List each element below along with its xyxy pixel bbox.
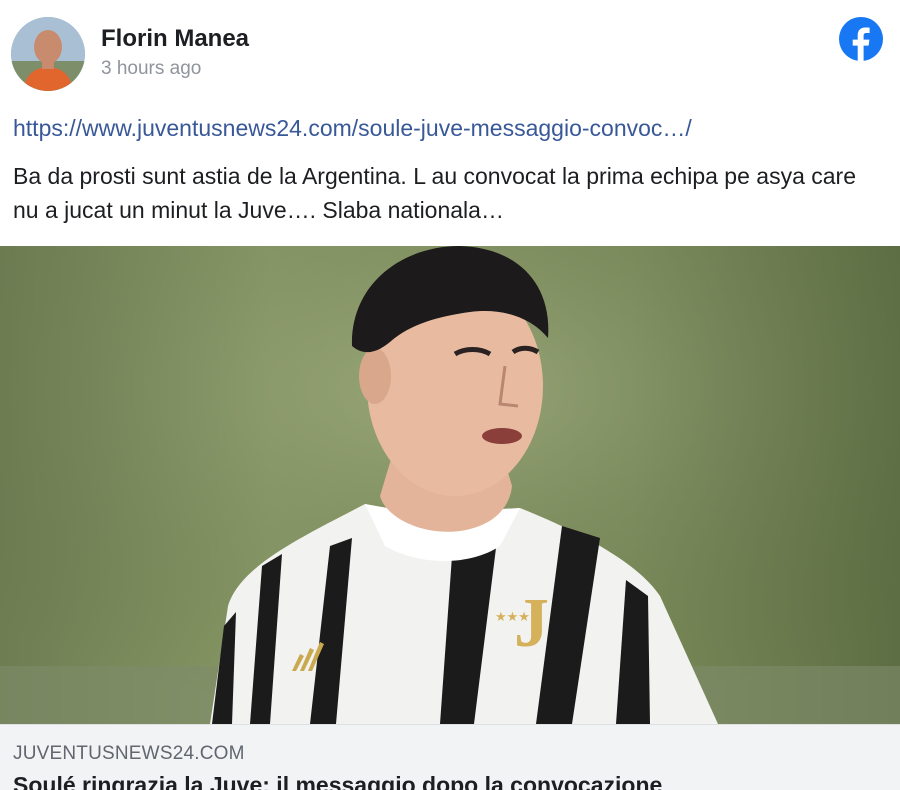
avatar-photo bbox=[11, 17, 85, 91]
facebook-post-embed: Florin Manea 3 hours ago https://www.juv… bbox=[0, 0, 900, 790]
post-timestamp[interactable]: 3 hours ago bbox=[101, 58, 201, 80]
author-avatar[interactable] bbox=[11, 17, 85, 91]
facebook-icon[interactable] bbox=[839, 17, 883, 61]
link-preview-domain: JUVENTUSNEWS24.COM bbox=[13, 743, 245, 764]
link-preview-title: Soulé ringrazia la Juve: il messaggio do… bbox=[13, 772, 663, 790]
svg-text:★★★: ★★★ bbox=[495, 610, 530, 625]
author-name[interactable]: Florin Manea bbox=[101, 25, 249, 53]
post-text: Ba da prosti sunt astia de la Argentina.… bbox=[13, 163, 856, 223]
post-link-url[interactable]: https://www.juventusnews24.com/soule-juv… bbox=[13, 115, 692, 142]
link-preview-image[interactable]: J ★★★ bbox=[0, 246, 900, 724]
link-preview-card[interactable]: JUVENTUSNEWS24.COM Soulé ringrazia la Ju… bbox=[0, 724, 900, 790]
post-header: Florin Manea 3 hours ago bbox=[0, 0, 900, 100]
